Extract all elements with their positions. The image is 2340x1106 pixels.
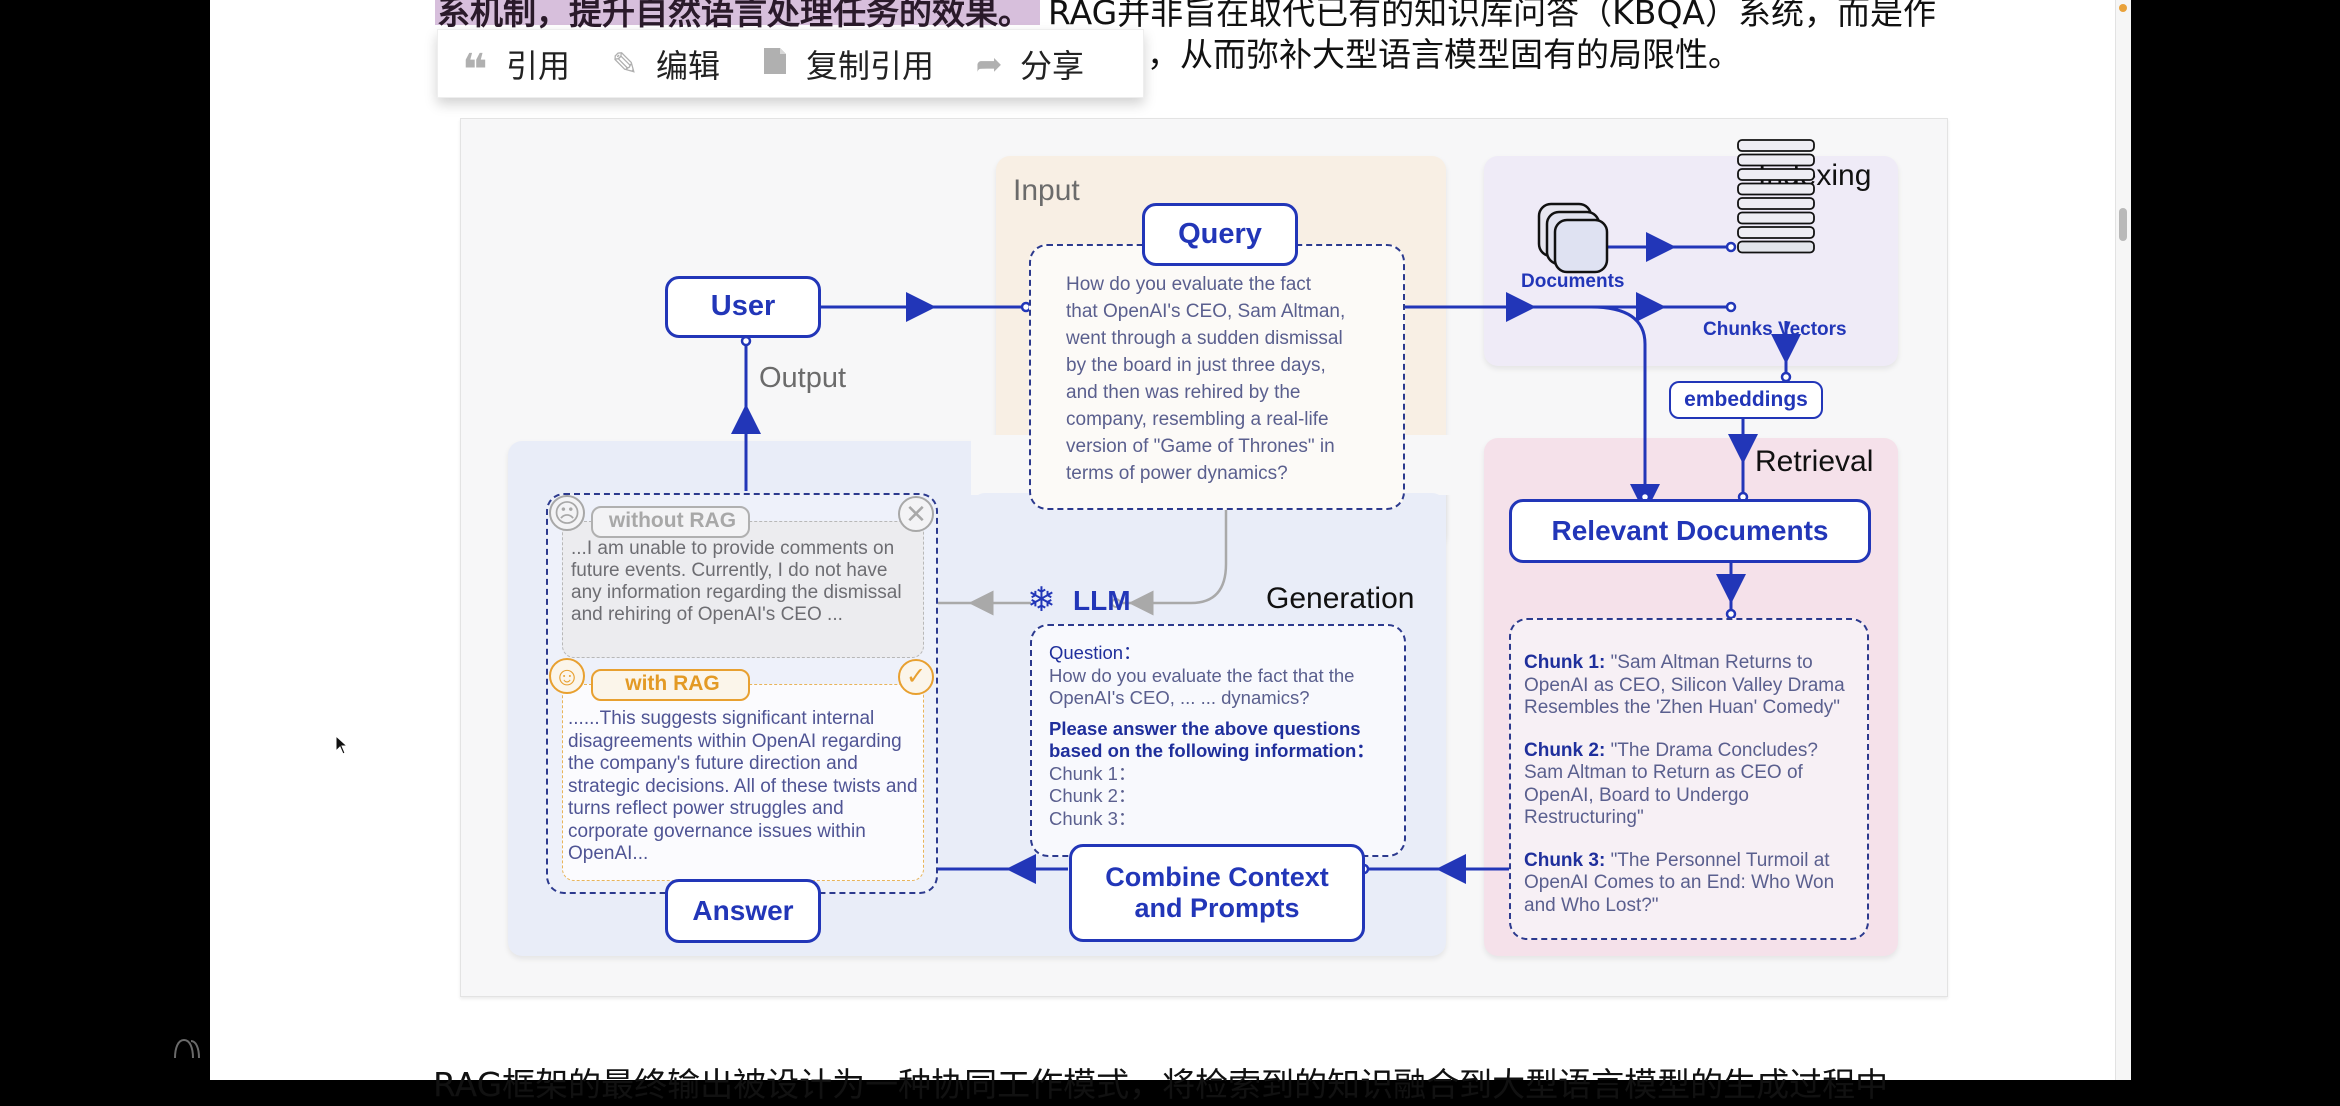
snowflake-icon: ❄ <box>1027 581 1056 619</box>
without-rag-text: ...I am unable to provide comments on fu… <box>571 538 902 625</box>
user-node: User <box>665 276 821 338</box>
query-node: Query <box>1142 203 1298 266</box>
input-title: Input <box>1013 174 1080 207</box>
selection-toolbar: ❝ 引用 ✎ 编辑 复制引用 ➦ 分享 <box>437 29 1144 98</box>
vector-row <box>1737 153 1815 167</box>
vector-row <box>1737 197 1815 210</box>
share-label: 分享 <box>1020 46 1085 85</box>
vector-row <box>1737 182 1815 196</box>
retrieved-chunks-text: Chunk 1: "Sam Altman Returns to OpenAI a… <box>1524 652 1859 917</box>
quote-button[interactable]: ❝ 引用 <box>458 41 571 95</box>
chunks-vectors-label: Chunks Vectors <box>1703 319 1847 340</box>
scroll-position-marker <box>2119 4 2127 12</box>
share-button[interactable]: ➦ 分享 <box>972 41 1084 87</box>
chunk-vectors-icon <box>1736 138 1816 263</box>
paragraph-text: RAG框架的最终输出被设计为一种协同工作模式，将检索到的知识融合到大型语言模型的… <box>433 1065 1889 1104</box>
generation-title: Generation <box>1266 582 1415 615</box>
chunk-2: Chunk 2: "The Drama Concludes? Sam Altma… <box>1524 739 1818 829</box>
copy-quote-label: 复制引用 <box>806 46 935 85</box>
scrollbar-thumb[interactable] <box>2119 208 2127 241</box>
people-icon[interactable] <box>172 1036 202 1060</box>
copy-icon <box>758 44 792 84</box>
x-mark-icon: ✕ <box>898 496 934 532</box>
quote-label: 引用 <box>506 46 571 85</box>
pencil-icon: ✎ <box>611 45 639 82</box>
vector-row <box>1737 139 1815 152</box>
quote-icon: ❝ <box>462 45 488 95</box>
output-label: Output <box>759 362 847 394</box>
edit-label: 编辑 <box>656 46 721 85</box>
prompt-text: Question： How do you evaluate the fact t… <box>1049 642 1375 829</box>
with-rag-text: ......This suggests significant internal… <box>568 708 918 864</box>
sad-face-icon: ☹ <box>549 495 585 531</box>
retrieval-title: Retrieval <box>1755 445 1874 478</box>
vector-row <box>1737 168 1815 181</box>
copy-quote-button[interactable]: 复制引用 <box>758 41 934 87</box>
chunk-1: Chunk 1: "Sam Altman Returns to OpenAI a… <box>1524 652 1845 718</box>
edit-button[interactable]: ✎ 编辑 <box>608 41 720 87</box>
relevant-documents-node: Relevant Documents <box>1509 499 1871 563</box>
chunk-3: Chunk 3: "The Personnel Turmoil at OpenA… <box>1524 849 1835 916</box>
vector-row <box>1737 226 1815 239</box>
with-rag-label: with RAG <box>625 672 720 695</box>
query-text: How do you evaluate the fact that OpenAI… <box>1066 274 1346 484</box>
embeddings-node: embeddings <box>1669 381 1823 419</box>
combine-context-node: Combine Context and Prompts <box>1069 844 1365 942</box>
share-icon: ➦ <box>975 45 1003 82</box>
happy-face-icon: ☺ <box>549 658 585 694</box>
answer-node: Answer <box>665 879 821 943</box>
vector-row <box>1737 211 1815 225</box>
rag-diagram-figure: Input Indexing Retrieval Generation <box>460 118 1948 997</box>
documents-label: Documents <box>1521 271 1625 292</box>
llm-label: LLM <box>1073 585 1131 616</box>
mouse-cursor-icon <box>335 735 349 755</box>
check-mark-icon: ✓ <box>898 659 934 695</box>
documents-icon <box>1537 202 1609 274</box>
scrollbar-track[interactable] <box>2115 0 2131 1080</box>
vector-row <box>1737 240 1815 254</box>
without-rag-label: without RAG <box>608 509 737 532</box>
paragraph-text: ，从而弥补大型语言模型固有的局限性。 <box>1147 35 1741 74</box>
